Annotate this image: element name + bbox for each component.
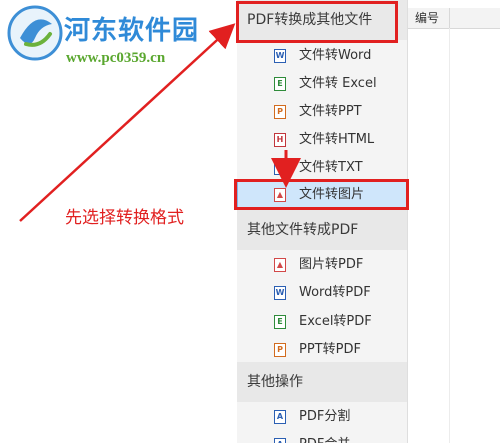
sidebar-item-file-to-html[interactable]: H 文件转HTML — [237, 126, 407, 154]
sidebar-item-label: PPT转PDF — [299, 342, 361, 357]
file-table-header: 编号 — [408, 8, 500, 29]
word-file-icon: W — [274, 286, 286, 300]
conversion-sidebar: PDF转换成其他文件 W 文件转Word E 文件转 Excel P 文件转PP… — [237, 0, 408, 443]
section-header-other-operations[interactable]: 其他操作 — [237, 362, 407, 402]
pdf-split-icon: A — [274, 410, 286, 424]
sidebar-item-pdf-merge[interactable]: A PDF合并 — [237, 431, 407, 443]
site-logo-icon — [7, 5, 63, 61]
watermark: 河东软件园 www.pc0359.cn — [6, 4, 226, 74]
excel-file-icon: E — [274, 77, 286, 91]
sidebar-item-label: 文件转PPT — [299, 104, 362, 119]
watermark-site-name: 河东软件园 — [64, 16, 200, 46]
sidebar-item-label: 文件转 Excel — [299, 76, 377, 91]
sidebar-item-label: 文件转HTML — [299, 132, 375, 147]
ppt-file-icon: P — [274, 343, 286, 357]
annotation-instruction-text: 先选择转换格式 — [65, 208, 184, 228]
sidebar-item-file-to-ppt[interactable]: P 文件转PPT — [237, 98, 407, 126]
sidebar-item-pdf-split[interactable]: A PDF分割 — [237, 403, 407, 431]
section-header-pdf-to-other[interactable]: PDF转换成其他文件 — [237, 0, 407, 40]
sidebar-item-label: PDF合并 — [299, 431, 350, 443]
sidebar-item-file-to-excel[interactable]: E 文件转 Excel — [237, 70, 407, 98]
ppt-file-icon: P — [274, 105, 286, 119]
word-file-icon: W — [274, 49, 286, 63]
sidebar-item-label: 文件转TXT — [299, 160, 363, 175]
sidebar-item-file-to-image[interactable]: ▲ 文件转图片 — [237, 181, 407, 209]
sidebar-item-label: Word转PDF — [299, 285, 371, 300]
sidebar-item-excel-to-pdf[interactable]: E Excel转PDF — [237, 308, 407, 336]
sidebar-item-image-to-pdf[interactable]: ▲ 图片转PDF — [237, 251, 407, 279]
txt-file-icon: T — [274, 161, 286, 175]
image-file-icon: ▲ — [274, 188, 286, 202]
screenshot-root: 河东软件园 www.pc0359.cn PDF转换成其他文件 W 文件转Word… — [0, 0, 500, 443]
watermark-url: www.pc0359.cn — [66, 50, 166, 66]
pdf-merge-icon: A — [274, 438, 286, 443]
excel-file-icon: E — [274, 315, 286, 329]
sidebar-item-label: PDF分割 — [299, 409, 351, 424]
sidebar-item-label: Excel转PDF — [299, 314, 372, 329]
sidebar-item-file-to-word[interactable]: W 文件转Word — [237, 42, 407, 70]
sidebar-item-label: 文件转Word — [299, 48, 372, 63]
image-file-icon: ▲ — [274, 258, 286, 272]
section-header-other-to-pdf[interactable]: 其他文件转成PDF — [237, 210, 407, 250]
html-file-icon: H — [274, 133, 286, 147]
sidebar-item-word-to-pdf[interactable]: W Word转PDF — [237, 279, 407, 307]
table-column-divider — [449, 28, 450, 443]
sidebar-item-label: 文件转图片 — [299, 187, 365, 202]
sidebar-item-file-to-txt[interactable]: T 文件转TXT — [237, 154, 407, 182]
sidebar-item-ppt-to-pdf[interactable]: P PPT转PDF — [237, 336, 407, 364]
column-header-number[interactable]: 编号 — [408, 8, 450, 28]
sidebar-item-label: 图片转PDF — [299, 257, 364, 272]
